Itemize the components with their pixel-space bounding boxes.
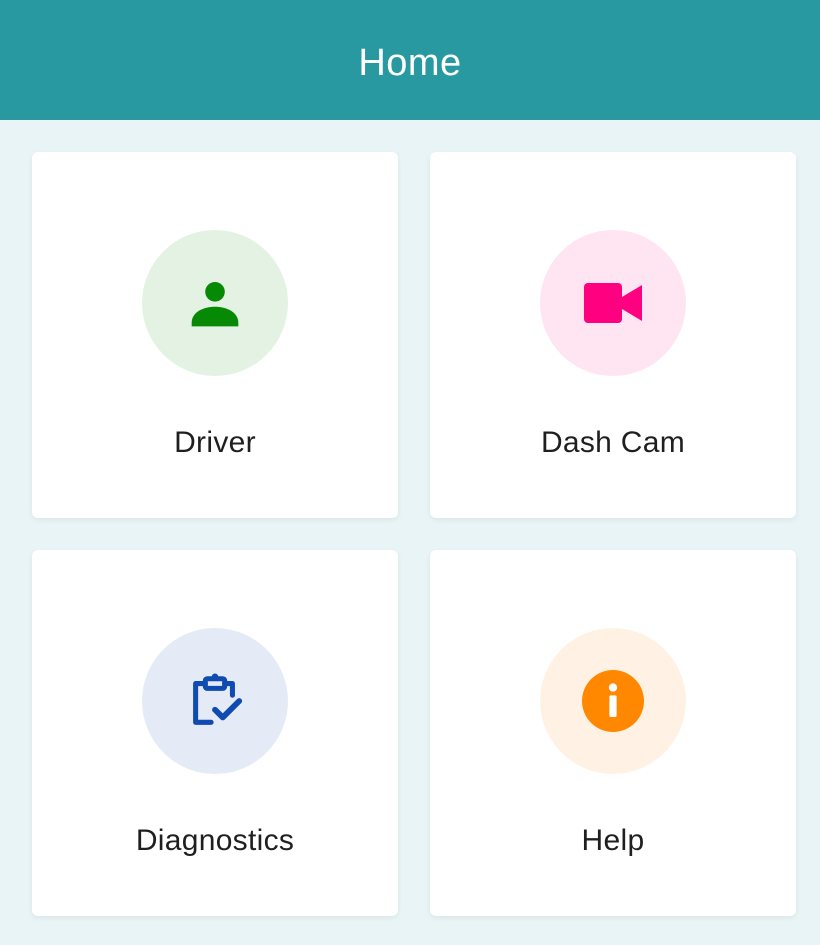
help-tile[interactable]: Help	[430, 550, 796, 916]
driver-tile[interactable]: Driver	[32, 152, 398, 518]
diagnostics-icon-circle	[142, 628, 288, 774]
dash-cam-icon-circle	[540, 230, 686, 376]
person-icon	[191, 282, 239, 327]
driver-tile-label: Driver	[174, 426, 256, 459]
dash-cam-tile[interactable]: Dash Cam	[430, 152, 796, 518]
home-tile-grid: Driver Dash Cam Diagnostics Help	[32, 152, 796, 916]
page-title: Home	[358, 41, 462, 84]
home-screen: Home Driver Dash Cam Diagnostics Help	[0, 0, 820, 945]
info-icon	[582, 670, 644, 732]
help-tile-label: Help	[581, 824, 645, 857]
video-camera-icon	[584, 283, 642, 323]
driver-icon-circle	[142, 230, 288, 376]
help-icon-circle	[540, 628, 686, 774]
app-header: Home	[0, 0, 820, 120]
dash-cam-tile-label: Dash Cam	[540, 426, 686, 459]
diagnostics-tile[interactable]: Diagnostics	[32, 550, 398, 916]
diagnostics-tile-label: Diagnostics	[135, 824, 295, 857]
clipboard-check-icon	[193, 673, 243, 725]
